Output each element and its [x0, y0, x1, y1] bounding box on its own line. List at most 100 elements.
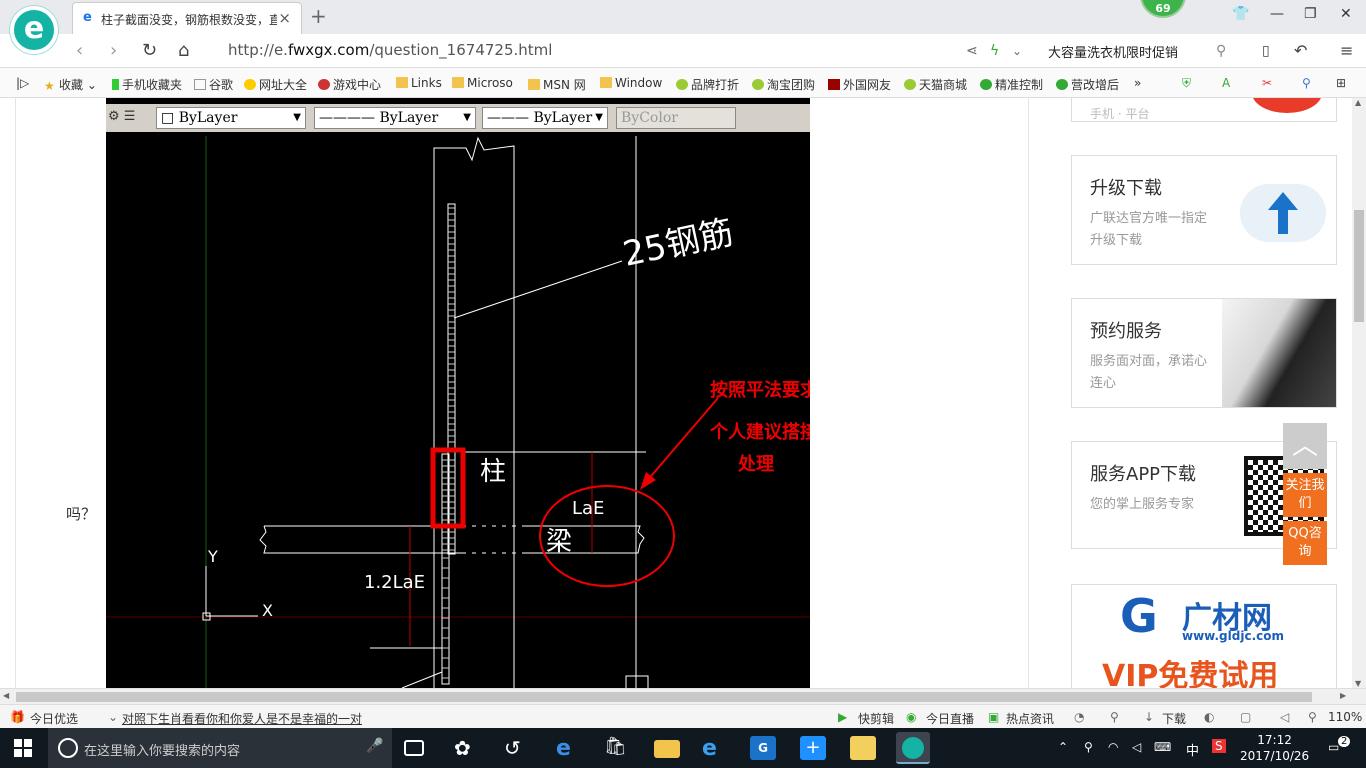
quick-cut-link[interactable]: 快剪辑 [858, 710, 894, 727]
volume-icon[interactable]: ◁ [1132, 740, 1141, 754]
update-badge[interactable]: 69 [1140, 0, 1186, 18]
bookmark-item[interactable]: 天猫商城 [904, 76, 967, 93]
grip-box [625, 675, 649, 688]
task-view-icon[interactable] [404, 740, 424, 756]
bookmark-item[interactable]: 手机收藏夹 [112, 76, 182, 93]
bookmark-item[interactable]: MSN 网 [528, 76, 586, 93]
bookmark-item[interactable]: 游戏中心 [318, 76, 381, 93]
bookmark-item[interactable]: ★ 收藏 ⌄ [44, 76, 97, 93]
tray-up-icon[interactable]: ⌃ [1058, 740, 1068, 754]
horizontal-scrollbar[interactable]: ◀ ▶ [0, 688, 1366, 704]
back-button[interactable]: ‹ [76, 40, 83, 61]
ie-icon[interactable]: e [702, 736, 728, 761]
keyboard-icon[interactable]: ⌨ [1154, 740, 1171, 754]
browser-tab[interactable]: e 柱子截面没变，钢筋根数没变，直 × [72, 2, 302, 34]
browser-logo-icon[interactable]: e [10, 6, 58, 54]
rebar-label: 25钢筋 [620, 213, 737, 275]
store-icon[interactable]: 🛍 [604, 736, 630, 760]
url-field[interactable]: http://e.fwxgx.com/question_1674725.html [228, 41, 552, 59]
share-icon[interactable]: ⋖ [966, 43, 978, 59]
forward-button[interactable]: › [110, 40, 117, 61]
bookmark-item[interactable]: Window [600, 76, 662, 90]
today-picks-link[interactable]: 今日优选 [30, 710, 78, 727]
sidebar-card-top[interactable]: 手机 · 平台 [1071, 98, 1337, 122]
bookmark-item[interactable]: 营改增后 [1056, 76, 1119, 93]
bookmark-item[interactable]: Microso [452, 76, 513, 90]
pin-icon[interactable]: ⚲ [1110, 710, 1119, 724]
news-link[interactable]: 热点资讯 [1006, 710, 1054, 727]
undo-icon[interactable]: ↶ [1294, 41, 1307, 60]
clean-icon[interactable]: ◐ [1204, 710, 1214, 724]
live-link[interactable]: 今日直播 [926, 710, 974, 727]
swirl-app-icon[interactable]: ↺ [504, 736, 530, 760]
page-content: 吗？ ⚙ ☰ □ ByLayer ▼ ———— ByLayer ▼ ——— ByLa… [0, 98, 1352, 688]
wifi-icon[interactable]: ◠ [1108, 740, 1118, 754]
sidebar-card-upgrade[interactable]: 升级下载 广联达官方唯一指定升级下载 [1071, 155, 1337, 265]
headline-link[interactable]: 对照下生肖看看你和你爱人是不是幸福的一对 [122, 710, 362, 727]
sidebar-card-appointment[interactable]: 预约服务 服务面对面，承诺心连心 [1071, 298, 1337, 408]
scroll-right-icon[interactable]: ▶ [1340, 691, 1346, 700]
lightning-icon[interactable]: ϟ [990, 43, 999, 59]
bookmark-item[interactable]: Links [396, 76, 442, 90]
restore-button[interactable]: ❐ [1304, 6, 1317, 22]
taskbar-search[interactable]: 在这里输入你要搜索的内容 🎤 [48, 728, 392, 768]
new-tab-button[interactable]: + [310, 4, 327, 28]
horizontal-scroll-thumb[interactable] [16, 692, 1312, 702]
speed-icon[interactable]: ◔ [1074, 710, 1084, 724]
vertical-scrollbar[interactable]: ▲ ▼ [1352, 98, 1366, 688]
bookmark-item[interactable]: 淘宝团购 [752, 76, 815, 93]
promo-link[interactable]: 大容量洗衣机限时促销 [1048, 42, 1178, 61]
mobile-icon[interactable]: ▯ [1262, 43, 1270, 59]
sidebar-ad-gldjc[interactable]: G 广材网 www.gldjc.com VIP免费试用 [1071, 584, 1337, 688]
vertical-scroll-thumb[interactable] [1354, 210, 1364, 322]
download-link[interactable]: 下载 [1162, 710, 1186, 727]
gift-icon: 🎁 [10, 710, 25, 724]
person-icon[interactable]: ⚲ [1084, 740, 1093, 754]
more-bookmarks-icon[interactable]: » [1134, 76, 1141, 90]
close-button[interactable]: ✕ [1340, 6, 1352, 22]
qq-consult-button[interactable]: QQ咨询 [1283, 521, 1327, 565]
windows-start-icon[interactable] [14, 739, 32, 757]
bookmark-item[interactable]: 谷歌 [194, 76, 233, 93]
scroll-left-icon[interactable]: ◀ [3, 691, 9, 700]
search-tool-icon[interactable]: ⚲ [1302, 76, 1311, 90]
sidebar-toggle-icon[interactable]: |▷ [16, 76, 29, 90]
window-icon[interactable]: ▢ [1240, 710, 1251, 724]
glodon-icon[interactable]: G [750, 736, 776, 760]
refresh-button[interactable]: ↻ [142, 40, 157, 61]
cut-icon[interactable]: ✂ [1262, 76, 1272, 90]
follow-us-button[interactable]: 关注我们 [1283, 473, 1327, 517]
bookmark-item[interactable]: 网址大全 [244, 76, 307, 93]
notes-app-icon[interactable] [850, 736, 876, 760]
minimize-button[interactable]: — [1270, 6, 1284, 22]
zoom-level[interactable]: 110% [1328, 710, 1362, 724]
card-desc: 服务面对面，承诺心连心 [1090, 354, 1208, 391]
skin-icon[interactable]: 👕 [1232, 6, 1249, 22]
sound-icon[interactable]: ◁ [1280, 710, 1289, 724]
bookmark-item[interactable]: 外国网友 [828, 76, 891, 93]
microphone-icon[interactable]: 🎤 [366, 738, 383, 754]
menu-icon[interactable]: ≡ [1340, 41, 1353, 60]
file-explorer-icon[interactable] [654, 740, 680, 758]
system-clock[interactable]: 17:12 2017/10/26 [1240, 732, 1309, 764]
scroll-down-icon[interactable]: ▼ [1355, 679, 1361, 688]
back-to-top-button[interactable]: ︿ [1283, 423, 1327, 469]
apps-grid-icon[interactable]: ⊞ [1336, 76, 1346, 90]
shield-icon[interactable]: ⛨ [1182, 76, 1191, 91]
edge-icon[interactable]: e [556, 736, 582, 761]
translate-icon[interactable]: A [1222, 76, 1230, 90]
bookmark-item[interactable]: 精准控制 [980, 76, 1043, 93]
chevron-down-icon[interactable]: ⌄ [108, 710, 118, 724]
chevron-down-icon[interactable]: ⌄ [1012, 44, 1022, 58]
bookmark-label: 精准控制 [995, 78, 1044, 92]
bookmark-item[interactable]: 品牌打折 [676, 76, 739, 93]
tab-close-icon[interactable]: × [278, 9, 291, 27]
scroll-up-icon[interactable]: ▲ [1355, 98, 1361, 107]
home-button[interactable]: ⌂ [178, 40, 189, 61]
fan-app-icon[interactable]: ✿ [454, 736, 480, 760]
active-browser-icon[interactable] [896, 732, 930, 764]
sogou-icon[interactable]: S [1212, 739, 1226, 753]
ime-indicator[interactable]: 中 [1186, 740, 1199, 759]
plus-app-icon[interactable]: + [800, 736, 826, 760]
search-icon[interactable]: ⚲ [1216, 43, 1226, 59]
